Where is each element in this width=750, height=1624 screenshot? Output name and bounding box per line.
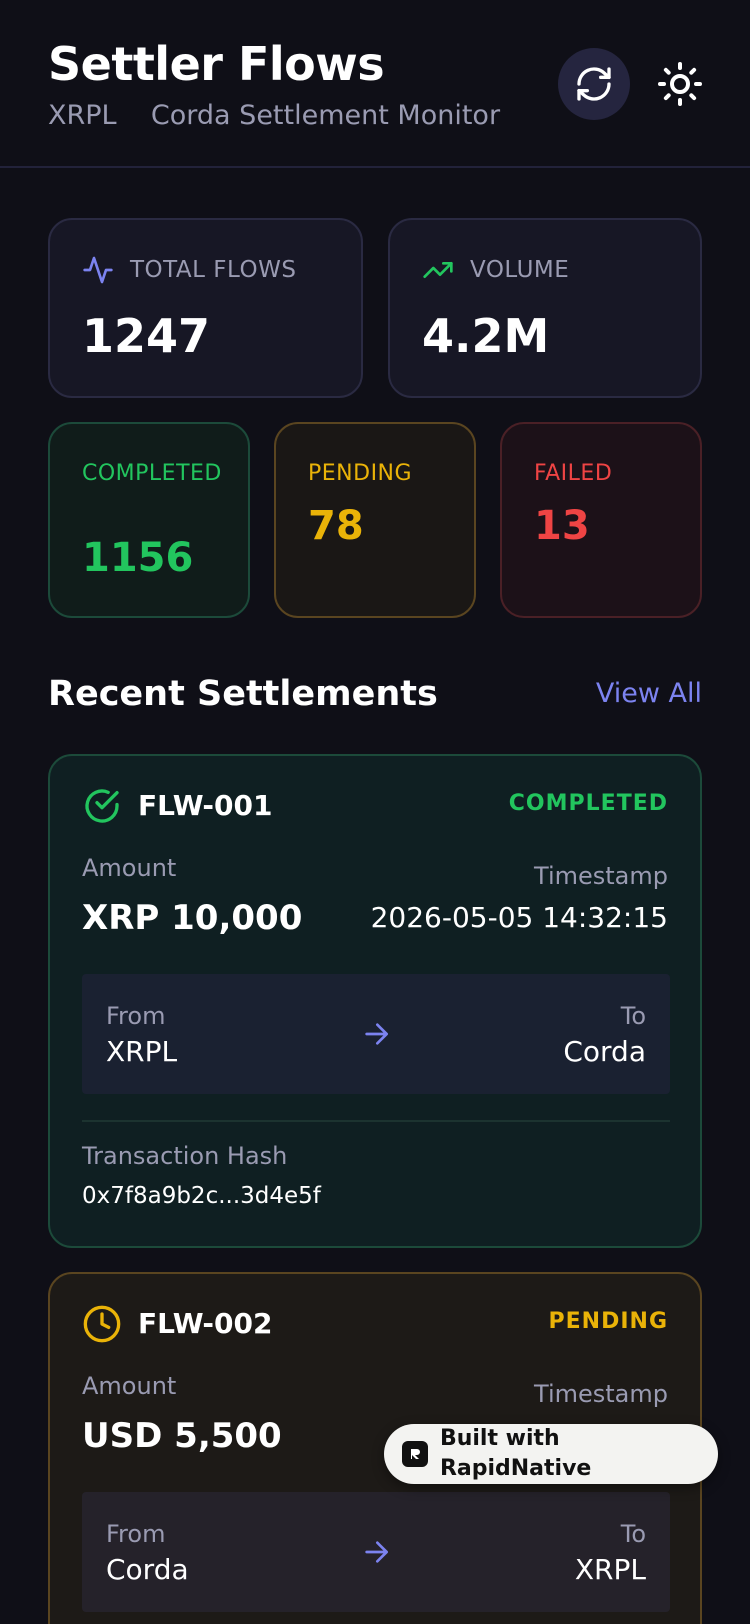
total-flows-value: 1247	[82, 309, 211, 363]
page-title: Settler Flows	[48, 37, 385, 91]
total-flows-card: TOTAL FLOWS 1247	[48, 218, 363, 398]
completed-card: COMPLETED 1156	[48, 422, 250, 618]
refresh-button[interactable]	[558, 48, 630, 120]
check-circle-icon	[85, 789, 119, 823]
volume-value: 4.2M	[422, 309, 550, 363]
pending-value: 78	[308, 503, 364, 549]
arrow-right-icon	[365, 1023, 388, 1045]
failed-card: FAILED 13	[500, 422, 702, 618]
volume-label: VOLUME	[470, 257, 570, 283]
to-value: Corda	[563, 1035, 646, 1068]
rapidnative-logo-icon	[402, 1441, 428, 1467]
amount-label: Amount	[82, 854, 177, 882]
clock-icon	[83, 1305, 121, 1343]
from-label: From	[106, 1520, 166, 1548]
route-box: From Corda To XRPL	[82, 1492, 670, 1612]
badge-text: Built with RapidNative	[439, 1426, 592, 1481]
hash-label: Transaction Hash	[82, 1142, 288, 1170]
section-title: Recent Settlements	[48, 674, 438, 714]
completed-value: 1156	[82, 535, 194, 581]
hash-value: 0x7f8a9b2c...3d4e5f	[82, 1183, 321, 1209]
to-value: XRPL	[574, 1553, 646, 1586]
volume-card: VOLUME 4.2M	[388, 218, 702, 398]
trending-up-icon	[423, 262, 453, 278]
timestamp-value: 2026-05-05 14:32:15	[370, 901, 668, 934]
amount-label: Amount	[82, 1372, 177, 1400]
amount-value: XRP 10,000	[82, 898, 303, 938]
total-flows-label: TOTAL FLOWS	[130, 257, 297, 283]
activity-icon	[83, 256, 113, 284]
sun-icon	[658, 62, 702, 106]
failed-label: FAILED	[534, 461, 613, 486]
settlement-card[interactable]: FLW-001 COMPLETED Amount XRP 10,000 Time…	[48, 754, 702, 1248]
from-value: XRPL	[106, 1035, 178, 1068]
completed-label: COMPLETED	[82, 461, 222, 486]
to-label: To	[620, 1520, 646, 1548]
timestamp-label: Timestamp	[534, 862, 668, 890]
from-value: Corda	[106, 1553, 189, 1586]
status-badge: PENDING	[548, 1309, 668, 1334]
failed-value: 13	[534, 503, 590, 549]
amount-value: USD 5,500	[82, 1416, 282, 1456]
timestamp-label: Timestamp	[534, 1380, 668, 1408]
divider	[82, 1120, 670, 1122]
arrow-right-icon	[365, 1541, 388, 1563]
view-all-link[interactable]: View All	[596, 674, 702, 714]
built-with-badge[interactable]: Built with RapidNative	[384, 1424, 718, 1484]
refresh-icon	[577, 67, 611, 101]
app-header: Settler Flows XRPL Corda Settlement Moni…	[0, 0, 750, 168]
status-badge: COMPLETED	[508, 791, 668, 816]
pending-label: PENDING	[308, 461, 413, 486]
pending-card: PENDING 78	[274, 422, 476, 618]
route-box: From XRPL To Corda	[82, 974, 670, 1094]
flow-id: FLW-002	[138, 1307, 273, 1340]
to-label: To	[620, 1002, 646, 1030]
page-subtitle: XRPL Corda Settlement Monitor	[48, 100, 501, 131]
theme-toggle-button[interactable]	[652, 56, 708, 112]
flow-id: FLW-001	[138, 789, 273, 822]
from-label: From	[106, 1002, 166, 1030]
